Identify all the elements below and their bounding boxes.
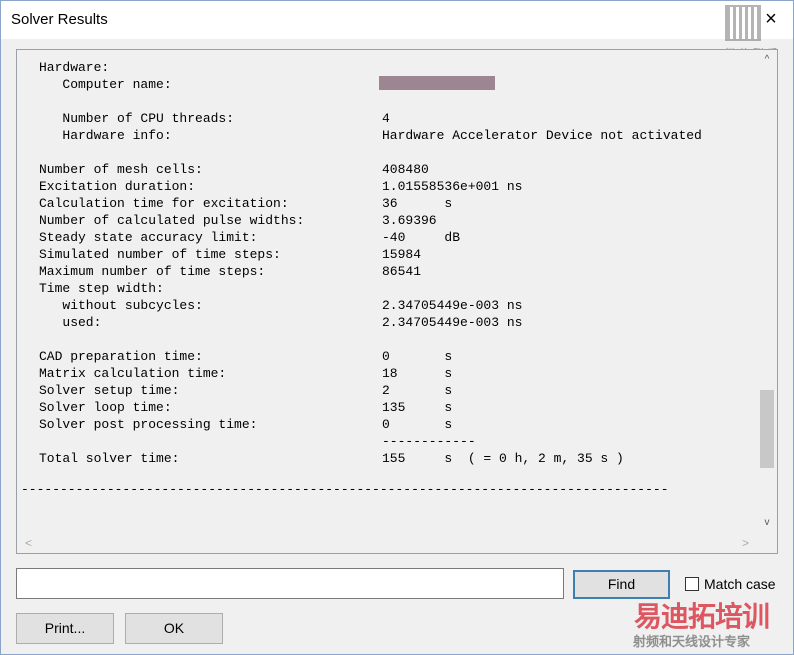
log-value: ------------ xyxy=(382,434,476,449)
log-value: 155 s ( = 0 h, 2 m, 35 s ) xyxy=(382,451,624,466)
find-input[interactable] xyxy=(16,568,564,599)
log-label: Solver setup time: xyxy=(39,383,180,398)
log-label: Solver loop time: xyxy=(39,400,172,415)
dialog-title: Solver Results xyxy=(11,11,108,28)
log-value: 2 s xyxy=(382,383,453,398)
scrollbar-thumb[interactable] xyxy=(760,390,774,468)
log-label: Calculation time for excitation: xyxy=(39,196,289,211)
watermark-tagline: 射频和天线设计专家 xyxy=(633,634,751,649)
log-value: 135 s xyxy=(382,400,453,415)
log-label: Simulated number of time steps: xyxy=(39,247,281,262)
qr-code-icon xyxy=(725,5,761,41)
log-label: Number of calculated pulse widths: xyxy=(39,213,305,228)
log-value: 2.34705449e-003 ns xyxy=(382,315,523,330)
log-label: used: xyxy=(39,315,102,330)
log-label: Excitation duration: xyxy=(39,179,196,194)
match-case-checkbox[interactable] xyxy=(685,577,699,591)
results-log: ----------------------------------------… xyxy=(17,50,757,535)
log-value: Hardware Accelerator Device not activate… xyxy=(382,128,702,143)
vertical-scrollbar[interactable]: ^ v xyxy=(757,50,777,535)
title-bar: Solver Results × xyxy=(1,1,793,39)
log-label: Steady state accuracy limit: xyxy=(39,230,258,245)
log-value: 36 s xyxy=(382,196,453,211)
log-label: Total solver time: xyxy=(39,451,180,466)
results-log-panel[interactable]: ----------------------------------------… xyxy=(16,49,778,554)
log-value: 0 s xyxy=(382,417,453,432)
scroll-up-icon[interactable]: ^ xyxy=(761,54,773,68)
log-label: Maximum number of time steps: xyxy=(39,264,266,279)
log-label: Computer name: xyxy=(39,77,172,92)
log-value: 4 xyxy=(382,111,390,126)
log-value: 1.01558536e+001 ns xyxy=(382,179,523,194)
redacted-computer-name xyxy=(379,76,495,90)
log-label: Time step width: xyxy=(39,281,164,296)
log-value: -40 dB xyxy=(382,230,461,245)
scroll-down-icon[interactable]: v xyxy=(761,517,773,531)
log-label: Hardware info: xyxy=(39,128,172,143)
horizontal-scrollbar[interactable]: < > xyxy=(17,533,777,553)
log-value: 15984 xyxy=(382,247,422,262)
log-label: Solver post processing time: xyxy=(39,417,258,432)
log-value: 2.34705449e-003 ns xyxy=(382,298,523,313)
watermark-brand: 易迪拓培训 xyxy=(634,601,770,632)
log-label: Matrix calculation time: xyxy=(39,366,227,381)
log-label: Hardware: xyxy=(39,60,110,75)
log-value: 18 s xyxy=(382,366,453,381)
log-label: without subcycles: xyxy=(39,298,203,313)
ok-button[interactable]: OK xyxy=(125,613,223,644)
match-case-label[interactable]: Match case xyxy=(704,576,776,592)
log-value: 86541 xyxy=(382,264,422,279)
log-label: CAD preparation time: xyxy=(39,349,203,364)
log-label: Number of mesh cells: xyxy=(39,162,203,177)
separator-line: ----------------------------------------… xyxy=(21,482,669,497)
solver-results-dialog: Solver Results × 微 信 联 系 ---------------… xyxy=(0,0,794,655)
scroll-left-icon[interactable]: < xyxy=(25,536,32,550)
print-button[interactable]: Print... xyxy=(16,613,114,644)
log-value: 0 s xyxy=(382,349,453,364)
log-value: 3.69396 xyxy=(382,213,437,228)
log-value: 408480 xyxy=(382,162,429,177)
scroll-right-icon[interactable]: > xyxy=(742,536,749,550)
log-label: Number of CPU threads: xyxy=(39,111,235,126)
